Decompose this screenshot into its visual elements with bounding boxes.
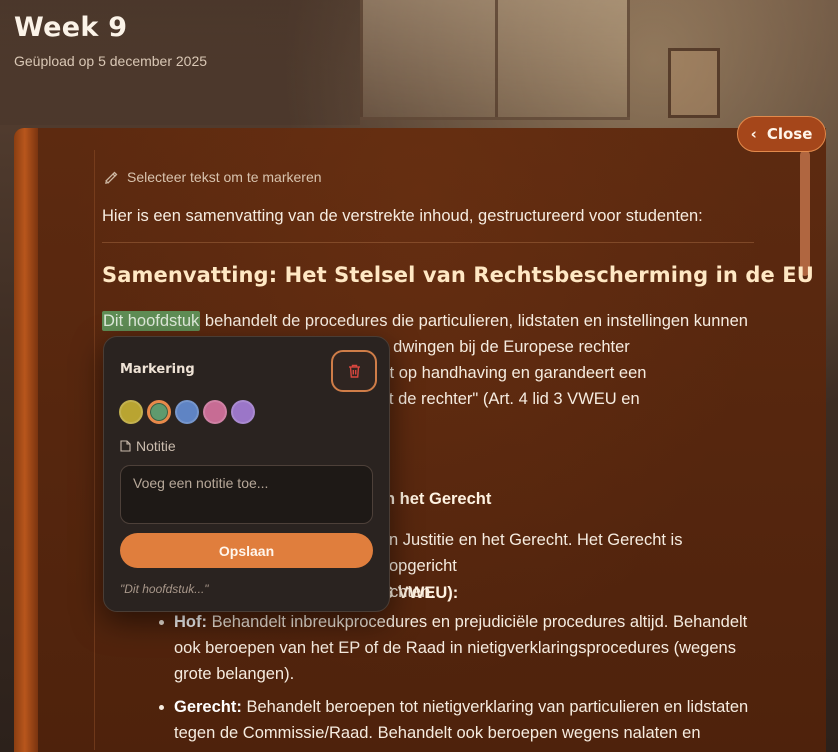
list-item-text: Behandelt beroepen tot nietigverklaring …: [174, 698, 749, 742]
summary-heading: Samenvatting: Het Stelsel van Rechtsbesc…: [102, 263, 814, 287]
sub-heading: 6 VWEU):: [384, 584, 459, 602]
paragraph-text: behandelt de procedures die particuliere…: [200, 312, 748, 330]
divider: [102, 242, 754, 243]
background-picture-frame: [668, 48, 720, 118]
color-swatch-purple[interactable]: [231, 400, 255, 424]
list-item: Hof: Behandelt inbreukprocedures en prej…: [159, 609, 754, 687]
highlight-quote: "Dit hoofdstuk...": [120, 582, 209, 596]
bullet-list: Hof: Behandelt inbreukprocedures en prej…: [159, 609, 754, 752]
color-swatch-blue[interactable]: [175, 400, 199, 424]
trash-icon: [348, 364, 360, 378]
note-label: Notitie: [120, 438, 176, 454]
highlight-hint-text: Selecteer tekst om te markeren: [127, 169, 322, 185]
book-spine: [14, 128, 38, 752]
note-icon: [120, 440, 131, 452]
scrollbar-thumb[interactable]: [800, 150, 810, 276]
section-heading: n het Gerecht: [385, 490, 492, 508]
close-button[interactable]: ‹ Close: [737, 116, 826, 152]
highlight-popover: Markering Notitie Opslaan "Dit hoofdstuk…: [103, 336, 390, 612]
upload-date: Geüpload op 5 december 2025: [14, 53, 208, 69]
highlighted-text[interactable]: Dit hoofdstuk: [102, 311, 201, 331]
delete-highlight-button[interactable]: [331, 350, 377, 392]
intro-text: Hier is een samenvatting van de verstrek…: [102, 207, 703, 225]
close-label: Close: [766, 125, 813, 143]
popover-title: Markering: [120, 362, 195, 377]
color-swatch-green[interactable]: [147, 400, 171, 424]
color-swatches: [119, 400, 255, 424]
list-item-term: Gerecht:: [174, 698, 242, 716]
background-window: [360, 0, 630, 120]
chevron-left-icon: ‹: [750, 124, 757, 143]
note-input[interactable]: [120, 465, 373, 524]
list-item-term: Hof:: [174, 613, 207, 631]
page-margin-line: [94, 150, 95, 750]
color-swatch-yellow[interactable]: [119, 400, 143, 424]
color-swatch-pink[interactable]: [203, 400, 227, 424]
page-title: Week 9: [14, 12, 128, 43]
list-item: Gerecht: Behandelt beroepen tot nietigve…: [159, 694, 754, 746]
list-item-text: Behandelt inbreukprocedures en prejudici…: [174, 613, 748, 683]
save-button[interactable]: Opslaan: [120, 533, 373, 568]
note-label-text: Notitie: [136, 438, 176, 454]
highlighter-icon: [105, 171, 118, 184]
highlight-hint: Selecteer tekst om te markeren: [103, 169, 322, 185]
